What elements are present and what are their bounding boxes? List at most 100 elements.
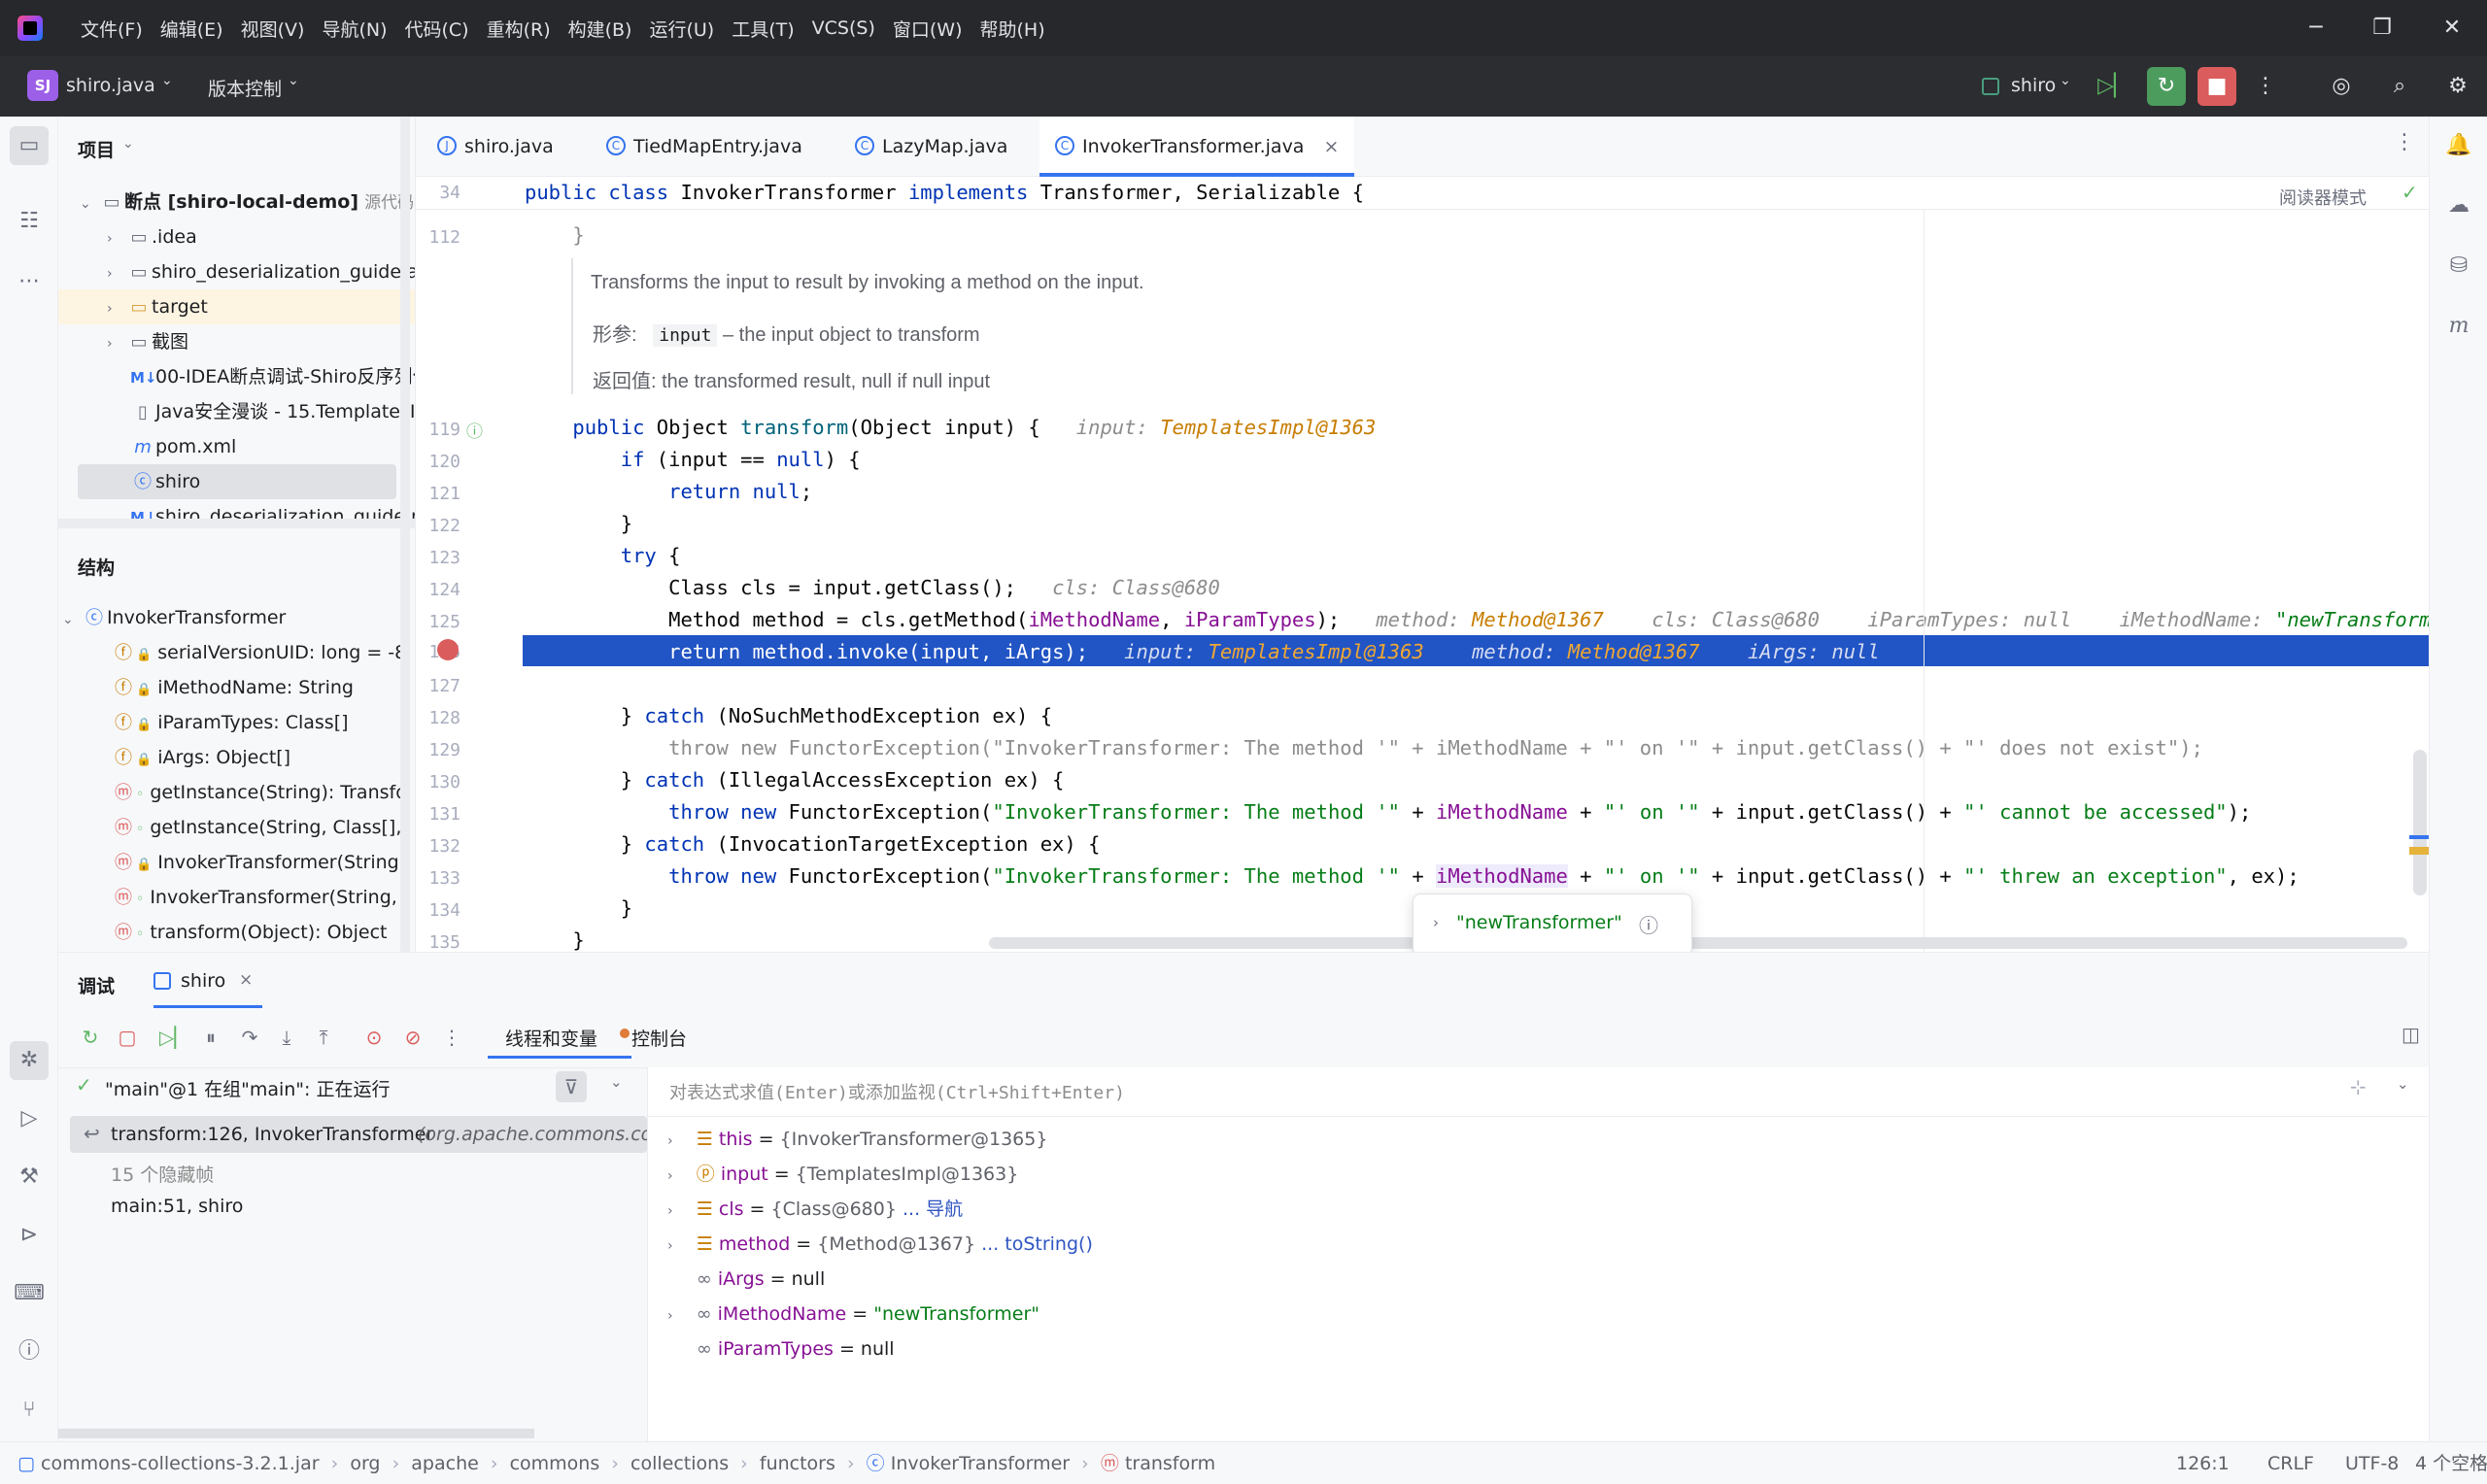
expand-arrow-icon[interactable]: › [667, 1308, 673, 1324]
variable-input[interactable]: › ⓟ input = {TemplatesImpl@1363} [667, 1157, 1018, 1192]
tree-item-screenshots[interactable]: › ▭ 截图 [107, 324, 415, 359]
ai-assistant-icon[interactable]: ◎ [2322, 67, 2361, 106]
tree-item-shiro[interactable]: ⓒ shiro [78, 464, 396, 499]
menu-vcs[interactable]: VCS(S) [803, 17, 884, 39]
breadcrumb-item[interactable]: collections [630, 1453, 729, 1474]
tree-item-markdown[interactable]: M↓00-IDEA断点调试-Shiro反序列化 [130, 359, 415, 394]
frame-row[interactable]: main:51, shiro [111, 1196, 243, 1217]
resume-icon[interactable]: ▷▏ [159, 1023, 189, 1052]
variable-method[interactable]: › ☰ method = {Method@1367} ... toString(… [667, 1227, 1093, 1262]
structure-item[interactable]: ⓜ ◦ getInstance(String): Transformer [111, 775, 400, 810]
project-name[interactable]: shiro.java [66, 75, 155, 96]
file-encoding[interactable]: UTF-8 [2345, 1442, 2399, 1484]
tree-item-idea[interactable]: › ▭ .idea [107, 219, 415, 254]
chevron-down-icon[interactable]: ⌄ [2060, 73, 2071, 88]
breakpoint-icon[interactable] [437, 639, 459, 660]
menu-run[interactable]: 运行(U) [640, 16, 723, 42]
editor-scrollbar[interactable] [2413, 750, 2427, 895]
rerun-debug-icon[interactable]: ↻ [2147, 67, 2186, 106]
breadcrumb-item[interactable]: functors [760, 1453, 835, 1474]
tree-item-pom[interactable]: m pom.xml [130, 429, 415, 464]
reader-mode-toggle[interactable]: 阅读器模式 [2279, 185, 2367, 210]
project-badge[interactable]: SJ [27, 70, 58, 101]
expand-arrow-icon[interactable]: › [667, 1238, 673, 1254]
more-tools-icon[interactable]: ⋯ [10, 262, 49, 301]
variable-imethodname[interactable]: › ∞ iMethodName = "newTransformer" [667, 1297, 1039, 1332]
expand-arrow-icon[interactable]: › [667, 1133, 673, 1149]
problems-icon[interactable]: ⓘ [10, 1332, 49, 1371]
tab-more-icon[interactable]: ⋮ [2394, 130, 2415, 154]
debug-panel-title[interactable]: 调试 [78, 972, 115, 998]
tab-lazymap[interactable]: C LazyMap.java [839, 117, 1023, 177]
structure-item[interactable]: ⓜ 🔒 InvokerTransformer(String) [111, 845, 400, 880]
services-icon[interactable]: ⊳ [10, 1216, 49, 1255]
stop-icon[interactable]: ■ [2197, 67, 2236, 106]
ai-chat-icon[interactable]: ☁ [2439, 186, 2478, 225]
inspection-ok-icon[interactable]: ✓ [2402, 181, 2418, 204]
layout-icon[interactable]: ◫ [2402, 1023, 2420, 1046]
navigate-link[interactable]: ... 导航 [903, 1198, 963, 1220]
debug-session-tab[interactable]: shiro [181, 970, 225, 992]
close-window-icon[interactable]: ✕ [2419, 0, 2485, 56]
project-panel-title[interactable]: 项目 [78, 136, 115, 162]
expand-chevron-icon[interactable]: › [1433, 914, 1439, 931]
breadcrumb-item[interactable]: InvokerTransformer [891, 1453, 1070, 1474]
structure-item[interactable]: ⓕ 🔒 iArgs: Object[] [111, 740, 400, 775]
maven-icon[interactable]: m [2439, 307, 2478, 346]
intellij-logo-icon[interactable] [17, 16, 43, 41]
run-config-name[interactable]: shiro [2011, 75, 2056, 96]
menu-help[interactable]: 帮助(H) [971, 16, 1054, 42]
menu-refactor[interactable]: 重构(R) [478, 16, 560, 42]
mute-breakpoints-icon[interactable]: ⊘ [398, 1023, 427, 1052]
caret-position[interactable]: 126:1 [2176, 1442, 2230, 1484]
tree-item-root[interactable]: ⌄▭断点 [shiro-local-demo] 源代码根 [80, 185, 415, 219]
tab-invokertransformer[interactable]: C InvokerTransformer.java × [1039, 117, 1355, 177]
database-icon[interactable]: ⛁ [2439, 247, 2478, 286]
variables-pane[interactable]: 对表达式求值(Enter)或添加监视(Ctrl+Shift+Enter) ⊹ ⌄… [648, 1067, 2429, 1442]
chevron-down-icon[interactable]: ⌄ [610, 1073, 623, 1091]
rerun-icon[interactable]: ↻ [76, 1023, 105, 1052]
value-tooltip-popup[interactable]: › "newTransformer" ⓘ [1413, 894, 1692, 956]
build-hammer-icon[interactable]: ⚒ [10, 1158, 49, 1197]
tab-shiro-java[interactable]: Jshiro.java [422, 117, 569, 177]
vcs-widget[interactable]: 版本控制 [208, 75, 282, 101]
structure-root[interactable]: ⌄ ⓒ InvokerTransformer [62, 600, 400, 635]
structure-item[interactable]: ⓕ 🔒 iParamTypes: Class[] [111, 705, 400, 740]
expand-arrow-icon[interactable]: › [667, 1203, 673, 1219]
expand-arrow-icon[interactable]: › [667, 1168, 673, 1184]
chevron-down-icon[interactable]: ⌄ [288, 73, 299, 88]
filter-icon[interactable]: ⊽ [556, 1071, 587, 1102]
tree-item-pdf[interactable]: ▯ Java安全漫谈 - 15.TemplatesImpl [130, 394, 415, 429]
implements-gutter-icon[interactable]: ⓘ [466, 418, 483, 442]
git-branch-icon[interactable]: ⑂ [10, 1391, 49, 1430]
breadcrumb-item[interactable]: apache [411, 1453, 479, 1474]
menu-build[interactable]: 构建(B) [560, 16, 641, 42]
structure-item[interactable]: ⓜ ◦ getInstance(String, Class[], Object[]… [111, 810, 400, 845]
structure-icon[interactable]: ☷ [10, 202, 49, 241]
resume-program-icon[interactable]: ▷▏ [2095, 67, 2133, 106]
menu-code[interactable]: 代码(C) [395, 16, 477, 42]
frame-row-selected[interactable]: ↩ transform:126, InvokerTransformer (org… [70, 1116, 647, 1153]
close-session-icon[interactable]: × [239, 970, 253, 990]
step-over-icon[interactable]: ↷ [235, 1023, 264, 1052]
stop-icon[interactable]: ▢ [113, 1023, 142, 1052]
terminal-icon[interactable]: ⌨ [10, 1274, 49, 1313]
sticky-header[interactable]: 34 public class InvokerTransformer imple… [416, 177, 2429, 210]
tab-threads-variables[interactable]: 线程和变量 [505, 1025, 597, 1051]
tree-item-assets[interactable]: ›▭shiro_deserialization_guide.assets [107, 254, 415, 289]
menu-file[interactable]: 文件(F) [72, 16, 152, 42]
structure-panel-title[interactable]: 结构 [78, 554, 115, 580]
pause-icon[interactable]: ⏸ [196, 1023, 225, 1052]
menu-window[interactable]: 窗口(W) [884, 16, 971, 42]
add-watch-icon[interactable]: ⊹ [2350, 1075, 2367, 1098]
view-breakpoints-icon[interactable]: ⊙ [359, 1023, 389, 1052]
step-out-icon[interactable]: ⤒ [309, 1023, 338, 1052]
close-tab-icon[interactable]: × [1324, 136, 1340, 157]
breadcrumb-item[interactable]: org [350, 1453, 380, 1474]
variable-iparamtypes[interactable]: ∞ iParamTypes = null [697, 1332, 895, 1366]
project-folder-icon[interactable]: ▭ [10, 126, 49, 165]
debug-bug-icon[interactable]: ✲ [10, 1041, 49, 1080]
evaluate-expression-input[interactable]: 对表达式求值(Enter)或添加监视(Ctrl+Shift+Enter) [669, 1079, 1125, 1104]
info-icon[interactable]: ⓘ [1639, 910, 1658, 938]
run-icon[interactable]: ▷ [10, 1099, 49, 1138]
